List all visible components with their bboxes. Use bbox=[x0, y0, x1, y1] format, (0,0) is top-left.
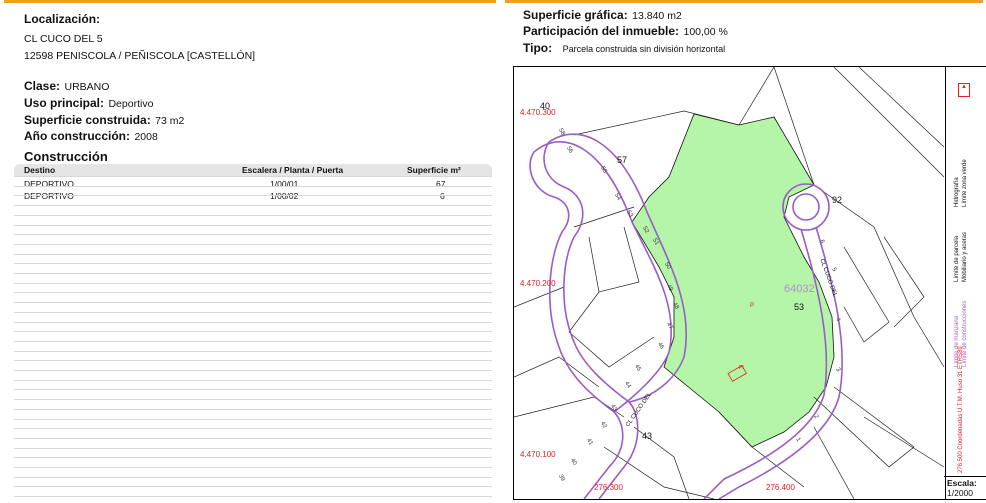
legend-zona-verde: Límite zona verde bbox=[962, 159, 968, 207]
table-rule bbox=[14, 418, 492, 420]
table-rule bbox=[14, 350, 492, 352]
table-rule bbox=[14, 496, 492, 498]
table-rule bbox=[14, 185, 492, 187]
anio-value: 2008 bbox=[134, 131, 158, 143]
coord-x-2: 276.400 bbox=[766, 483, 795, 492]
table-rule bbox=[14, 273, 492, 274]
table-ruled-lines bbox=[14, 176, 492, 503]
legend-coord-note: 276.500 Coordenadas U.T.M. Huso 31 ETRS8… bbox=[958, 346, 964, 473]
table-rule bbox=[14, 360, 492, 362]
cadastral-map[interactable]: 4.470.300 4.470.200 4.470.100 276.300 27… bbox=[513, 66, 946, 500]
parcel-polygon bbox=[631, 113, 835, 448]
table-rule bbox=[14, 399, 492, 401]
clase-label: Clase: bbox=[24, 79, 61, 93]
participacion-label: Participación del inmueble: bbox=[523, 24, 680, 38]
address-line2: 12598 PENISCOLA / PEÑISCOLA [CASTELLÓN] bbox=[24, 50, 256, 62]
col-superficie: Superficie m² bbox=[407, 165, 461, 175]
address-line1: CL CUCO DEL 5 bbox=[24, 33, 103, 45]
map-legend: ▲ Límite de manzana Límite de construcci… bbox=[944, 66, 986, 500]
scale-box: Escala: 1/2000 bbox=[944, 476, 986, 499]
table-rule bbox=[14, 311, 492, 313]
pi-mark: PI bbox=[739, 365, 744, 371]
property-info-panel: Localización: CL CUCO DEL 5 12598 PENISC… bbox=[0, 0, 500, 503]
tipo-label: Tipo: bbox=[523, 41, 553, 55]
clase-value: URBANO bbox=[64, 81, 110, 93]
participacion-row: Participación del inmueble: 100,00 % bbox=[523, 22, 728, 40]
participacion-value: 100,00 % bbox=[683, 26, 728, 38]
legend-parcela: Límite de parcela bbox=[954, 235, 960, 282]
table-rule bbox=[14, 408, 492, 410]
anio-row: Año construcción: 2008 bbox=[24, 127, 158, 145]
scale-label: Escala: bbox=[947, 478, 977, 488]
table-rule bbox=[14, 243, 492, 245]
map-svg bbox=[514, 67, 945, 499]
parcel-ref: 64032 bbox=[784, 283, 815, 295]
sup-grafica-label: Superficie gráfica: bbox=[523, 8, 628, 22]
uso-label: Uso principal: bbox=[24, 96, 105, 110]
table-rule bbox=[14, 447, 492, 449]
table-rule bbox=[14, 486, 492, 488]
table-rule bbox=[14, 214, 492, 216]
table-rule bbox=[14, 331, 492, 333]
superficie-label: Superficie construida: bbox=[24, 113, 151, 127]
table-rule bbox=[14, 234, 492, 236]
construccion-table-header: Destino Escalera / Planta / Puerta Super… bbox=[14, 164, 492, 176]
table-rule bbox=[14, 379, 492, 381]
coord-x-1: 276.300 bbox=[594, 483, 623, 492]
parcel-label-53: 53 bbox=[794, 302, 805, 312]
superficie-value: 73 m2 bbox=[155, 115, 185, 127]
table-rule bbox=[14, 457, 492, 459]
table-rule bbox=[14, 428, 492, 430]
legend-mobiliario: Mobiliario y aceras bbox=[962, 231, 968, 282]
table-rule bbox=[14, 253, 492, 255]
col-escalera: Escalera / Planta / Puerta bbox=[242, 165, 344, 175]
table-rule bbox=[14, 282, 492, 284]
legend-hidrografia: Hidrografía bbox=[954, 177, 960, 207]
table-rule bbox=[14, 389, 492, 391]
anio-label: Año construcción: bbox=[24, 129, 131, 143]
col-destino: Destino bbox=[24, 165, 56, 175]
table-rule bbox=[14, 195, 492, 197]
table-rule bbox=[14, 224, 492, 226]
uso-value: Deportivo bbox=[108, 98, 154, 110]
parcel-label-92: 92 bbox=[832, 195, 843, 205]
table-rule bbox=[14, 370, 492, 371]
scale-value: 1/2000 bbox=[947, 488, 973, 498]
table-rule bbox=[14, 437, 492, 439]
table-rule bbox=[14, 292, 492, 294]
coord-y-2: 4.470.200 bbox=[520, 279, 556, 288]
clase-row: Clase: URBANO bbox=[24, 77, 109, 95]
table-rule bbox=[14, 302, 492, 304]
parcel-label-43: 43 bbox=[642, 431, 653, 441]
localizacion-label: Localización: bbox=[24, 12, 101, 26]
parcel-label-57: 57 bbox=[617, 155, 628, 165]
table-rule bbox=[14, 467, 492, 468]
table-rule bbox=[14, 176, 492, 177]
table-rule bbox=[14, 340, 492, 342]
table-rule bbox=[14, 321, 492, 323]
table-rule bbox=[14, 476, 492, 478]
uso-row: Uso principal: Deportivo bbox=[24, 94, 153, 112]
north-arrow-icon: ▲ bbox=[958, 83, 970, 97]
tipo-row: Tipo: Parcela construida sin división ho… bbox=[523, 39, 725, 57]
sup-grafica-value: 13.840 m2 bbox=[632, 10, 682, 22]
tipo-value: Parcela construida sin división horizont… bbox=[562, 44, 726, 54]
parcel-label-40: 40 bbox=[540, 101, 551, 111]
coord-y-3: 4.470.100 bbox=[520, 450, 556, 459]
table-rule bbox=[14, 263, 492, 265]
table-rule bbox=[14, 205, 492, 207]
coord-y-1: 4.470.300 bbox=[520, 108, 556, 117]
construccion-title: Construcción bbox=[24, 149, 108, 164]
p-mark: P bbox=[750, 303, 755, 309]
